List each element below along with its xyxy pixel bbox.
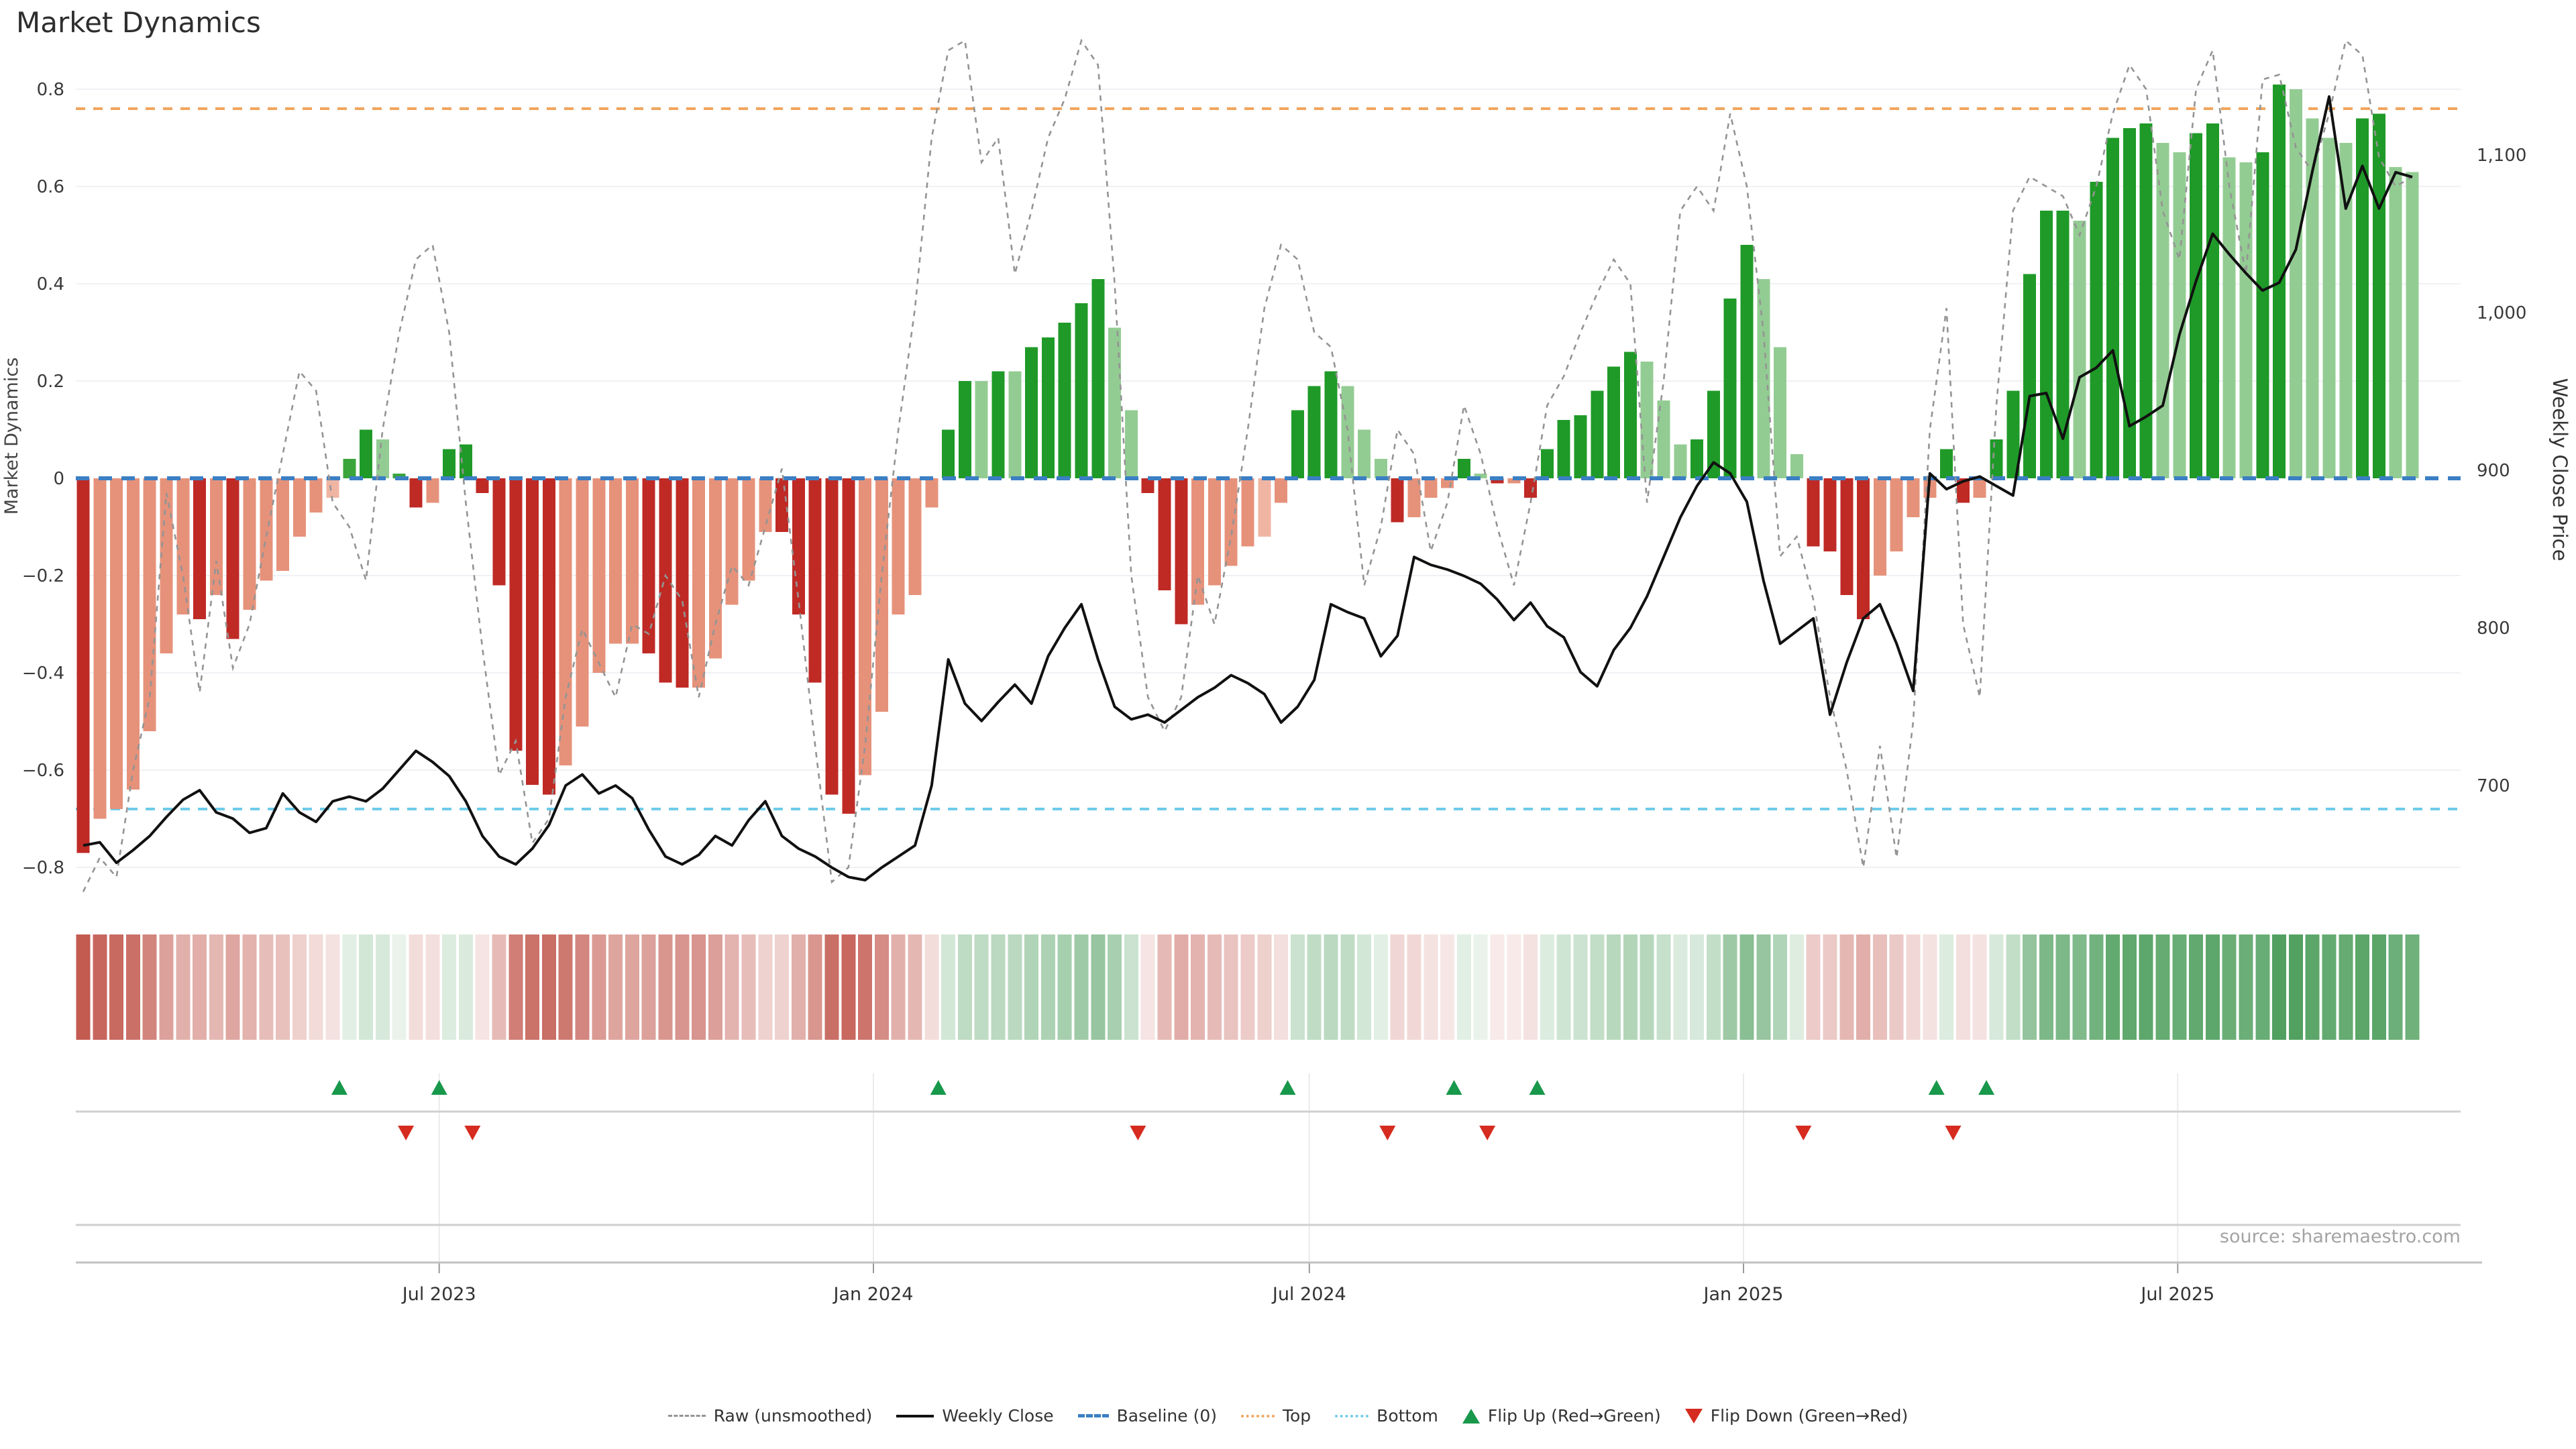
svg-text:0.6: 0.6 (37, 177, 64, 197)
legend-label: Bottom (1377, 1406, 1438, 1426)
legend-label: Weekly Close (942, 1406, 1053, 1426)
legend-item-tri-down: Flip Down (Green→Red) (1685, 1406, 1909, 1426)
svg-text:1,100: 1,100 (2477, 146, 2526, 166)
legend-item-dot-sky: Bottom (1335, 1406, 1438, 1426)
legend-label: Flip Down (Green→Red) (1711, 1406, 1909, 1426)
svg-text:−0.2: −0.2 (22, 566, 64, 586)
legend-label: Top (1283, 1406, 1311, 1426)
svg-text:−0.4: −0.4 (22, 663, 64, 684)
dash-blue-icon (1078, 1414, 1109, 1417)
legend-label: Baseline (0) (1117, 1406, 1217, 1426)
y-axis-left-label: Market Dynamics (1, 358, 22, 515)
market-dynamics-chart: Market Dynamics 0.8 0.6 0.4 0.2 0 −0.2 −0.4 −0.6… (0, 0, 2576, 1449)
svg-text:−0.8: −0.8 (22, 858, 64, 878)
svg-text:0.2: 0.2 (37, 372, 64, 392)
svg-text:1,000: 1,000 (2477, 303, 2526, 323)
svg-text:0.4: 0.4 (37, 274, 64, 294)
tri-down-icon (1685, 1409, 1703, 1424)
svg-text:Jul 2023: Jul 2023 (401, 1284, 476, 1305)
svg-text:Jul 2024: Jul 2024 (1271, 1284, 1346, 1305)
y-axis-right-label: Weekly Close Price (2548, 378, 2571, 561)
dot-sky-icon (1335, 1415, 1368, 1417)
chart-background (0, 0, 2576, 1449)
dynamics-heatmap-strip (76, 934, 2420, 1040)
svg-text:Jan 2025: Jan 2025 (1703, 1284, 1784, 1305)
svg-text:0.8: 0.8 (37, 80, 64, 100)
svg-text:−0.6: −0.6 (22, 761, 64, 781)
legend-item-dash-blue: Baseline (0) (1078, 1406, 1217, 1426)
tri-up-icon (1462, 1409, 1480, 1424)
legend-item-dash-gray: Raw (unsmoothed) (668, 1406, 873, 1426)
legend-label: Raw (unsmoothed) (714, 1406, 873, 1426)
svg-text:Jan 2024: Jan 2024 (833, 1284, 914, 1305)
page-title: Market Dynamics (16, 6, 261, 39)
legend-item-dot-orange: Top (1241, 1406, 1311, 1426)
source-annotation: source: sharemaestro.com (2220, 1226, 2461, 1247)
svg-text:Jul 2025: Jul 2025 (2139, 1284, 2214, 1305)
svg-text:800: 800 (2477, 619, 2510, 639)
chart-legend: Raw (unsmoothed) Weekly Close Baseline (0)… (0, 1406, 2576, 1426)
svg-text:700: 700 (2477, 776, 2510, 796)
legend-item-tri-up: Flip Up (Red→Green) (1462, 1406, 1661, 1426)
line-black-icon (896, 1415, 934, 1417)
legend-label: Flip Up (Red→Green) (1488, 1406, 1661, 1426)
legend-item-line-black: Weekly Close (896, 1406, 1053, 1426)
svg-text:900: 900 (2477, 461, 2510, 481)
dot-orange-icon (1241, 1415, 1275, 1417)
svg-text:0: 0 (53, 469, 64, 489)
dash-gray-icon (668, 1415, 706, 1417)
